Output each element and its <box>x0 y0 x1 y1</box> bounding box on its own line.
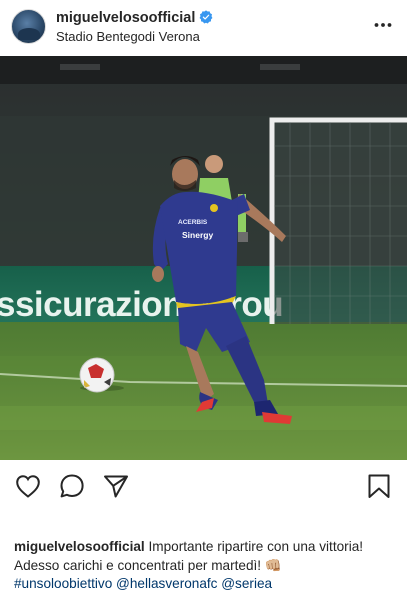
comment-icon[interactable] <box>58 472 86 500</box>
post-action-bar <box>0 470 407 504</box>
football-photo: ssicurazioni Grou ACERBIS Sinergy <box>0 56 407 460</box>
heart-icon[interactable] <box>14 472 42 500</box>
ad-board-text: ssicurazioni Grou <box>0 285 283 324</box>
post-header: miguelvelosoofficial Stadio Bentegodi Ve… <box>0 0 407 54</box>
verified-badge-icon <box>199 10 213 24</box>
bookmark-icon[interactable] <box>365 472 393 500</box>
avatar[interactable] <box>11 9 46 44</box>
post-location[interactable]: Stadio Bentegodi Verona <box>56 29 200 44</box>
shirt-sinergy-text: Sinergy <box>182 230 213 240</box>
caption-username[interactable]: miguelvelosoofficial <box>14 539 145 554</box>
shirt-sponsor-text: ACERBIS <box>178 219 208 226</box>
caption-hashtags[interactable]: #unsoloobiettivo @hellasveronafc @seriea <box>14 576 272 591</box>
more-options-icon[interactable] <box>373 15 393 35</box>
post-caption: miguelvelosoofficial Importante ripartir… <box>14 538 399 594</box>
username-text[interactable]: miguelvelosoofficial <box>56 10 195 26</box>
post-username[interactable]: miguelvelosoofficial <box>56 10 213 26</box>
post-photo[interactable]: ssicurazioni Grou ACERBIS Sinergy <box>0 56 407 460</box>
paper-plane-icon[interactable] <box>102 472 130 500</box>
